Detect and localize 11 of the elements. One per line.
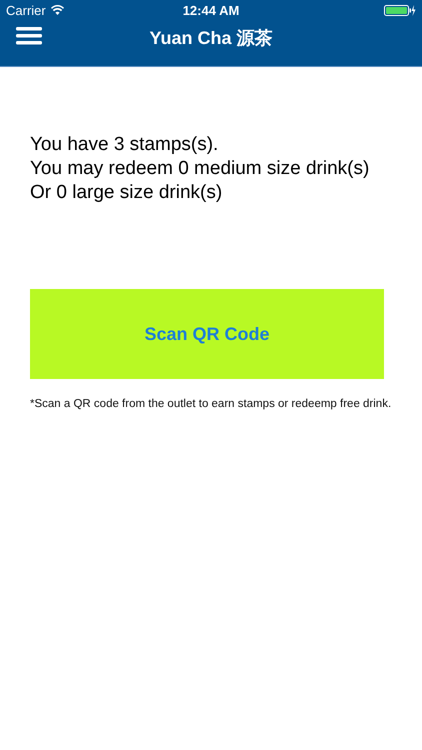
stamp-summary-line: You have 3 stamps(s). [30, 133, 220, 157]
menu-icon[interactable] [16, 26, 42, 46]
scan-qr-button[interactable]: Scan QR Code [30, 289, 384, 379]
carrier-label: Carrier [6, 2, 46, 18]
time-label: 12:44 AM [182, 2, 240, 18]
nav-title: Yuan Cha 源茶 [149, 27, 273, 50]
stamp-summary-line: You may redeem 0 medium size drink(s) [30, 157, 370, 181]
battery-icon [384, 4, 416, 16]
stamp-summary-line: Or 0 large size drink(s) [30, 181, 224, 205]
footnote-text: *Scan a QR code from the outlet to earn stamps or redeemp free drink. [30, 397, 392, 411]
wifi-icon [50, 5, 64, 15]
